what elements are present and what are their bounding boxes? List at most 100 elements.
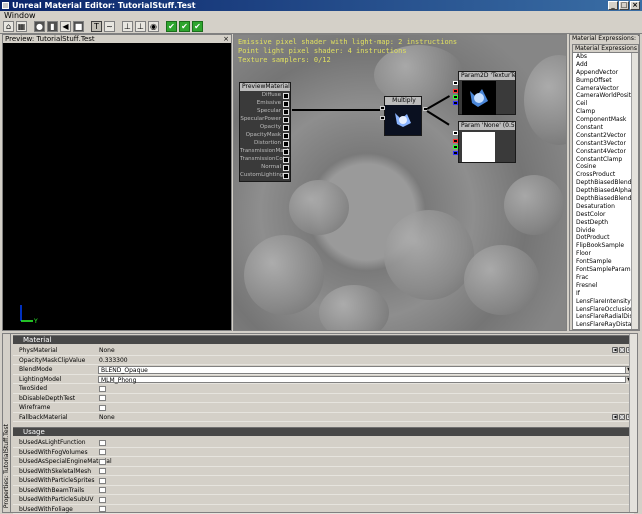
- prop-usage-row[interactable]: bUsedWithParticleSprites: [13, 476, 634, 486]
- twosided-checkbox[interactable]: [99, 385, 106, 392]
- prop-fallbackmaterial[interactable]: FallbackMaterial None ◀○×: [13, 413, 634, 422]
- blendmode-dropdown[interactable]: BLEND_Opaque▼: [98, 366, 633, 374]
- properties-side-tab[interactable]: Properties: TutorialStuff.Test: [3, 334, 11, 512]
- realtime-icon[interactable]: ◉: [148, 21, 159, 32]
- check-icon[interactable]: ✔: [179, 21, 190, 32]
- usage-checkbox[interactable]: [99, 458, 106, 465]
- input-normal[interactable]: Normal: [240, 163, 290, 171]
- prop-usage-row[interactable]: bUsedWithParticleSubUV: [13, 495, 634, 505]
- usage-checkbox[interactable]: [99, 468, 106, 474]
- text-icon[interactable]: T: [91, 21, 102, 32]
- prop-usage-row[interactable]: bUsedAsLightFunction: [13, 438, 634, 448]
- expression-list-item[interactable]: Add: [573, 61, 638, 69]
- input-opacity[interactable]: Opacity: [240, 123, 290, 131]
- prop-usage-row[interactable]: bUsedWithSkeletalMesh: [13, 467, 634, 476]
- usage-checkbox[interactable]: [99, 506, 106, 512]
- input-transmissionmask[interactable]: TransmissionMask: [240, 147, 290, 155]
- prop-wireframe[interactable]: Wireframe: [13, 403, 634, 413]
- vector-output-g[interactable]: [453, 145, 458, 149]
- multiply-input-a[interactable]: [380, 106, 385, 110]
- expression-list-item[interactable]: FontSampleParameter: [573, 266, 638, 274]
- menu-window[interactable]: Window: [4, 11, 36, 20]
- vector-output-b[interactable]: [453, 151, 458, 155]
- sphere-icon[interactable]: ●: [34, 21, 45, 32]
- close-button[interactable]: ×: [630, 1, 640, 10]
- expression-list-item[interactable]: BumpOffset: [573, 77, 638, 85]
- expression-list-item[interactable]: AppendVector: [573, 69, 638, 77]
- usage-checkbox[interactable]: [99, 496, 106, 503]
- input-customlighting[interactable]: CustomLighting: [240, 171, 290, 179]
- expression-list-item[interactable]: DestDepth: [573, 219, 638, 227]
- expression-list-item[interactable]: Clamp: [573, 108, 638, 116]
- expression-list-item[interactable]: Constant3Vector: [573, 140, 638, 148]
- home-icon[interactable]: ⌂: [3, 21, 14, 32]
- material-graph-canvas[interactable]: Emissive pixel shader with light-map: 2 …: [233, 34, 567, 331]
- disabledepthtest-checkbox[interactable]: [99, 395, 106, 401]
- prop-blendmode[interactable]: BlendMode BLEND_Opaque▼: [13, 365, 634, 375]
- properties-scrollbar[interactable]: [629, 334, 637, 512]
- expression-list-item[interactable]: LensFlareRayDistance: [573, 321, 638, 329]
- close-icon[interactable]: ×: [223, 35, 229, 43]
- category-material[interactable]: Material: [13, 335, 634, 344]
- expression-list-item[interactable]: CrossProduct: [573, 171, 638, 179]
- input-specularpower[interactable]: SpecularPower: [240, 115, 290, 123]
- category-usage[interactable]: Usage: [13, 427, 634, 436]
- texture-output-b[interactable]: [453, 101, 458, 105]
- expression-list-item[interactable]: Constant2Vector: [573, 132, 638, 140]
- expression-list-item[interactable]: Desaturation: [573, 203, 638, 211]
- input-distortion[interactable]: Distortion: [240, 139, 290, 147]
- expression-list-item[interactable]: CameraWorldPosition: [573, 92, 638, 100]
- expression-list-item[interactable]: FlipBookSample: [573, 242, 638, 250]
- prop-twosided[interactable]: TwoSided: [13, 384, 634, 394]
- usage-checkbox[interactable]: [99, 477, 106, 484]
- expression-list-item[interactable]: Abs: [573, 53, 638, 61]
- input-specular[interactable]: Specular: [240, 107, 290, 115]
- check-icon[interactable]: ✔: [166, 21, 177, 32]
- multiply-input-b[interactable]: [380, 116, 385, 120]
- preview-panel[interactable]: Preview: TutorialStuff.Test × Y: [2, 34, 232, 331]
- back-icon[interactable]: ◀: [60, 21, 71, 32]
- input-emissive[interactable]: Emissive: [240, 99, 290, 107]
- input-opacitymask[interactable]: OpacityMask: [240, 131, 290, 139]
- align-icon[interactable]: ⊥: [135, 21, 146, 32]
- use-icon[interactable]: ◀: [612, 347, 618, 353]
- texture-sample-node[interactable]: Param2D 'TexturTexture': [458, 71, 516, 115]
- expression-list-item[interactable]: ComponentMask: [573, 116, 638, 124]
- expression-list-item[interactable]: DepthBiasedAlpha: [573, 187, 638, 195]
- lightingmodel-dropdown[interactable]: MLM_Phong▼: [98, 375, 633, 384]
- cube-icon[interactable]: ■: [73, 21, 84, 32]
- expression-list-item[interactable]: Divide: [573, 227, 638, 235]
- expression-list-item[interactable]: LensFlareIntensity: [573, 298, 638, 306]
- usage-checkbox[interactable]: [99, 439, 106, 446]
- expressions-scrollbar[interactable]: [631, 53, 638, 329]
- usage-checkbox[interactable]: [99, 487, 106, 493]
- vector-parameter-node[interactable]: Param 'None' (0.5,0.1): [458, 121, 516, 163]
- expression-list-item[interactable]: DotProduct: [573, 234, 638, 242]
- prop-opacitymaskclipvalue[interactable]: OpacityMaskClipValue 0.333300: [13, 356, 634, 365]
- prop-physmaterial[interactable]: PhysMaterial None ◀○×: [13, 346, 634, 356]
- expression-list-item[interactable]: Fresnel: [573, 282, 638, 290]
- cylinder-icon[interactable]: ▮: [47, 21, 58, 32]
- wireframe-checkbox[interactable]: [99, 404, 106, 411]
- expressions-list[interactable]: Material Expressions Abs Add AppendVector B…: [572, 44, 639, 330]
- expression-list-item[interactable]: If: [573, 290, 638, 298]
- expression-list-item[interactable]: DepthBiasedBlend: [573, 195, 638, 203]
- expression-list-item[interactable]: FontSample: [573, 258, 638, 266]
- expression-list-item[interactable]: Cosine: [573, 163, 638, 171]
- expression-list-item[interactable]: Ceil: [573, 100, 638, 108]
- prop-usage-row[interactable]: bUsedWithFogVolumes: [13, 448, 634, 457]
- prop-bdisabledepthtest[interactable]: bDisableDepthTest: [13, 394, 634, 403]
- arrange-icon[interactable]: ⊥: [122, 21, 133, 32]
- browse-icon[interactable]: ○: [619, 413, 625, 420]
- prop-usage-row[interactable]: bUsedWithFoliage: [13, 505, 634, 514]
- grid-icon[interactable]: ▦: [16, 21, 27, 32]
- prop-usage-row[interactable]: bUsedWithBeamTrails: [13, 486, 634, 495]
- expression-list-item[interactable]: DestColor: [573, 211, 638, 219]
- expression-list-item[interactable]: LensFlareSourceDistance: [573, 329, 638, 330]
- texture-output-g[interactable]: [453, 95, 458, 99]
- vector-output-r[interactable]: [453, 139, 458, 143]
- use-icon[interactable]: ◀: [612, 413, 618, 420]
- expression-list-item[interactable]: Constant: [573, 124, 638, 132]
- usage-checkbox[interactable]: [99, 449, 106, 455]
- expression-list-item[interactable]: ConstantClamp: [573, 156, 638, 164]
